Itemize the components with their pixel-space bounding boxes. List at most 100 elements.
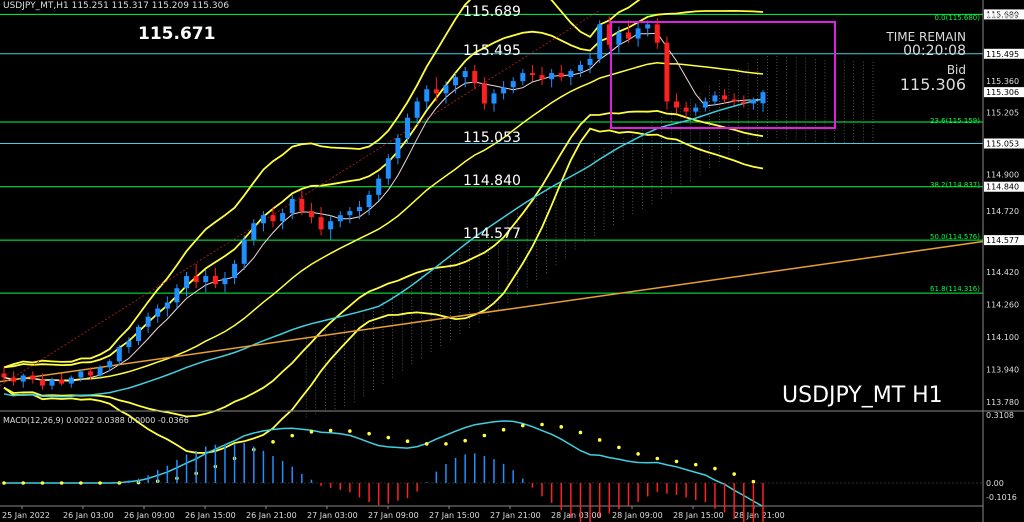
candle-body: [11, 377, 17, 382]
macd-signal-dot: [521, 423, 525, 428]
macd-line: [4, 420, 764, 508]
macd-signal-dot: [713, 466, 717, 471]
level-label-5: 114.577: [463, 226, 521, 242]
candle-body: [731, 99, 737, 102]
bollinger-lower: [3, 109, 764, 418]
price-tag-text: 114.840: [986, 183, 1019, 192]
macd-signal-dot: [386, 435, 391, 440]
candle-body: [597, 24, 603, 59]
x-tick-label: 27 Jan 09:00: [368, 511, 419, 520]
price-tag-text: 115.053: [986, 140, 1019, 149]
macd-signal-dot: [482, 433, 487, 438]
candle-body: [212, 276, 218, 285]
candle-body: [49, 379, 55, 386]
macd-label: MACD(12,26,9) 0.0022 0.0388 0.0000 -0.03…: [3, 416, 189, 425]
x-tick-label: 27 Jan 15:00: [429, 511, 480, 520]
candle-body: [760, 92, 766, 104]
candle-body: [126, 340, 132, 348]
macd-signal-dot: [655, 456, 660, 461]
symbol-info: USDJPY_MT,H1 115.251 115.317 115.209 115…: [3, 1, 230, 11]
candle-body: [107, 361, 113, 368]
fib-label-236: 23.6(115.159): [930, 117, 980, 125]
candle-body: [366, 194, 372, 208]
fib-label-618: 61.8(114.316): [930, 285, 980, 293]
candlesticks: [1, 16, 766, 390]
y-tick-label: 113.780: [986, 398, 1019, 407]
candle-body: [491, 93, 497, 104]
candle-body: [30, 375, 36, 380]
x-tick-label: 28 Jan 09:00: [612, 511, 663, 520]
symbol-title: USDJPY_MT H1: [782, 383, 943, 408]
fib-label-382: 38.2(114.837): [930, 181, 980, 189]
level-label-4: 114.840: [463, 173, 521, 189]
macd-signal-dot: [2, 481, 6, 485]
macd-signal-dot: [271, 440, 275, 444]
candle-body: [203, 276, 209, 283]
dotted-trend: [0, 9, 601, 386]
y-tick-label: 114.720: [986, 207, 1019, 216]
macd-signal-dot: [424, 442, 429, 446]
bollinger-mid: [3, 62, 764, 382]
x-tick-label: 26 Jan 09:00: [124, 511, 175, 520]
axes: 115.689 115.680 115.495 115.360 115.306 115.2…: [0, 0, 1024, 522]
macd-tick-label: 0.3108: [986, 411, 1014, 420]
y-tick-label: 113.940: [986, 365, 1019, 374]
candle-body: [501, 87, 507, 94]
bollinger-upper: [3, 0, 641, 369]
candle-body: [424, 89, 430, 102]
y-tick-label: 115.205: [986, 109, 1019, 118]
time-remain-value: 00:20:08: [903, 43, 966, 59]
candle-body: [356, 207, 362, 212]
candle-body: [184, 276, 190, 289]
candle-body: [693, 107, 699, 112]
candle-body: [453, 77, 459, 86]
candle-body: [702, 101, 708, 108]
macd-signal-dot: [40, 481, 45, 485]
candle-body: [155, 308, 161, 317]
level-label-3: 115.053: [463, 130, 521, 146]
macd-signal-dot: [751, 479, 756, 484]
candle-body: [462, 71, 468, 78]
candle-body: [712, 95, 718, 102]
macd-signal-dot: [21, 481, 26, 485]
candle-body: [318, 217, 324, 230]
candle-body: [164, 302, 170, 309]
candle-body: [741, 101, 747, 104]
macd-signal-dot: [597, 438, 602, 442]
candle-body: [443, 85, 449, 94]
macd-signal-dot: [674, 459, 679, 464]
y-tick-label: 114.900: [986, 171, 1019, 180]
candle-body: [750, 99, 756, 104]
macd-signal-dot: [405, 439, 410, 444]
price-chart[interactable]: 115.689 115.680 115.495 115.360 115.306 115.2…: [0, 0, 1024, 522]
candle-body: [635, 28, 641, 39]
candle-body: [328, 221, 334, 230]
candle-body: [683, 107, 689, 112]
macd-signal-dot: [444, 442, 448, 446]
macd-signal-dot: [636, 452, 640, 456]
x-tick-label: 27 Jan 21:00: [490, 511, 541, 520]
candle-body: [472, 71, 478, 84]
macd-signal-dot: [540, 422, 544, 427]
candle-body: [232, 263, 238, 279]
candle-body: [78, 371, 84, 378]
y-tick-label: 114.420: [986, 268, 1019, 277]
candle-body: [385, 158, 391, 179]
macd-signal-dot: [732, 472, 736, 476]
candle-body: [337, 215, 343, 222]
candle-body: [625, 32, 631, 39]
candle-body: [39, 379, 45, 386]
candle-body: [376, 178, 382, 195]
y-tick-label: 115.360: [986, 77, 1019, 86]
candle-body: [568, 71, 574, 78]
candle-body: [270, 215, 276, 222]
x-tick-label: 26 Jan 15:00: [185, 511, 236, 520]
trend-line: [0, 240, 984, 383]
candle-body: [722, 95, 728, 100]
macd-signal-dot: [693, 462, 698, 467]
macd-signal-dot: [290, 433, 295, 438]
candle-body: [1, 373, 7, 378]
candle-body: [664, 42, 670, 102]
price-tag-text: 115.306: [986, 88, 1019, 97]
candle-body: [529, 73, 535, 76]
